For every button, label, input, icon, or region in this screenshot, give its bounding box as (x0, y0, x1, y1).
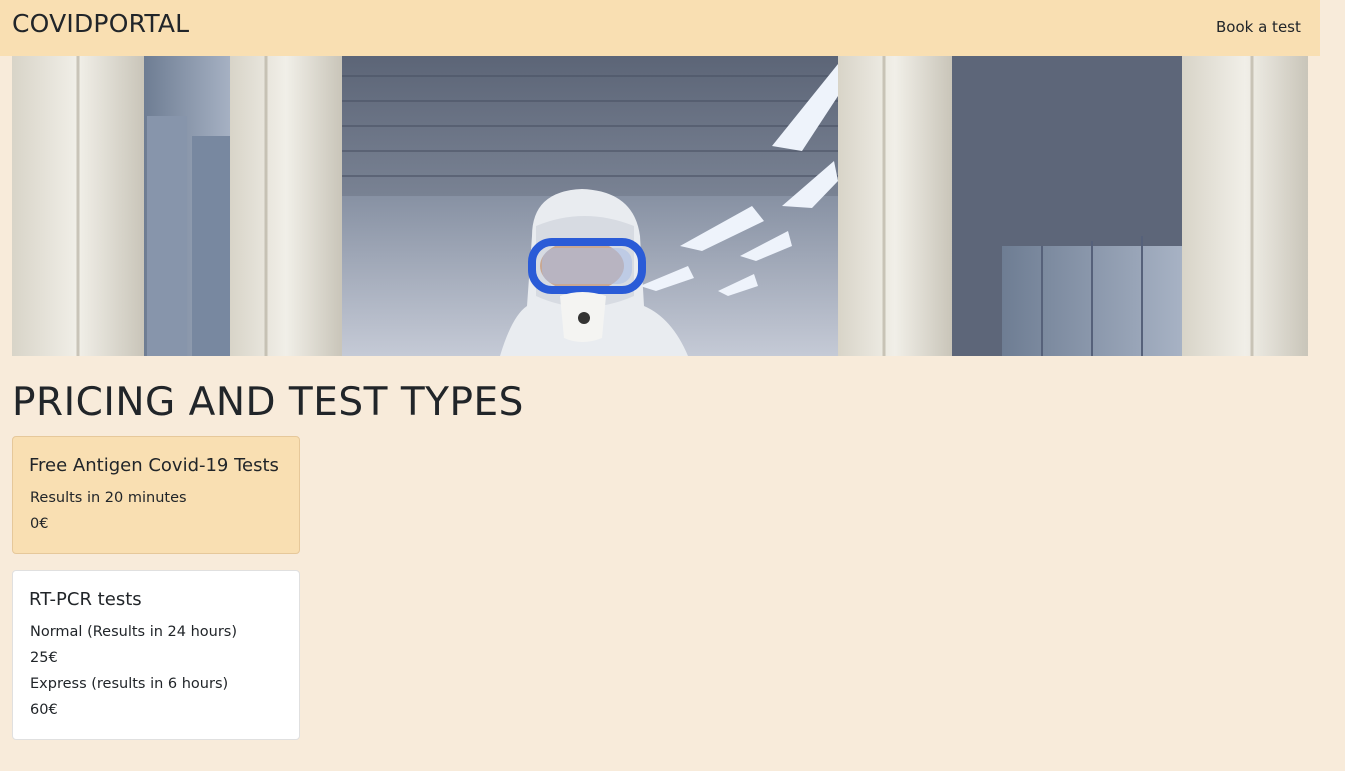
page-title: PRICING AND TEST TYPES (12, 380, 524, 425)
card-title: RT-PCR tests (29, 589, 142, 610)
express-option-text: Express (results in 6 hours) (30, 676, 229, 692)
book-a-test-link[interactable]: Book a test (1216, 18, 1301, 36)
result-time-text: Results in 20 minutes (30, 490, 187, 506)
top-navbar: COVIDPORTAL Book a test (0, 0, 1320, 56)
normal-price-text: 25€ (30, 650, 58, 666)
express-price-text: 60€ (30, 702, 58, 718)
normal-option-text: Normal (Results in 24 hours) (30, 624, 238, 640)
rt-pcr-test-card: RT-PCR tests Normal (Results in 24 hours… (12, 570, 300, 740)
card-title: Free Antigen Covid-19 Tests (29, 455, 279, 476)
antigen-test-card: Free Antigen Covid-19 Tests Results in 2… (12, 436, 300, 554)
hero-image (12, 56, 1308, 356)
brand-logo-link[interactable]: COVIDPORTAL (12, 9, 189, 38)
price-text: 0€ (30, 516, 49, 532)
protective-suit-photo (12, 56, 1308, 356)
